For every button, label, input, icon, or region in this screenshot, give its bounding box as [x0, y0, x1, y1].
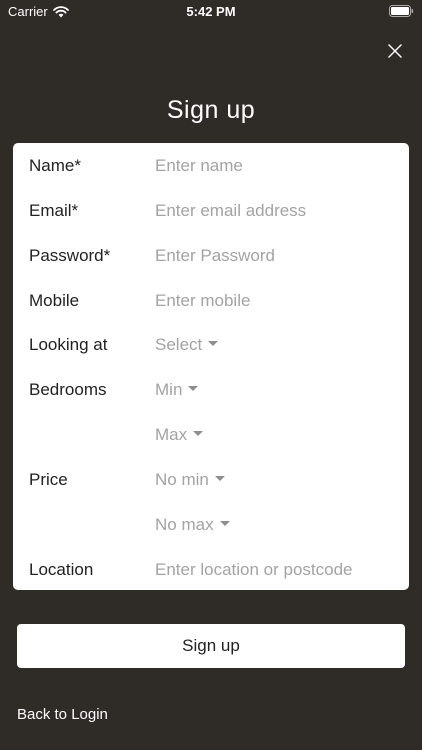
signup-screen: Carrier 5:42 PM Sign up Name* Email*: [0, 0, 422, 750]
mobile-label: Mobile: [29, 291, 80, 310]
battery-icon: [389, 5, 414, 17]
price-min-select[interactable]: No min: [155, 458, 225, 502]
close-icon: [388, 44, 402, 58]
caret-down-icon: [208, 341, 219, 346]
password-input[interactable]: [155, 241, 395, 271]
price-max-select[interactable]: No max: [155, 503, 230, 547]
location-label: Location: [29, 560, 94, 579]
bedrooms-min-value: Min: [155, 380, 183, 399]
price-row: Price No min: [13, 458, 409, 502]
bedrooms-label: Bedrooms: [29, 380, 107, 399]
email-input[interactable]: [155, 196, 395, 226]
price-label: Price: [29, 470, 68, 489]
caret-down-icon: [193, 431, 204, 436]
page-title: Sign up: [166, 96, 256, 124]
looking-at-select[interactable]: Select: [155, 323, 219, 367]
bedrooms-min-select[interactable]: Min: [155, 368, 199, 412]
price-max-value: No max: [155, 515, 214, 534]
caret-down-icon: [219, 521, 230, 526]
status-bar: Carrier 5:42 PM: [0, 0, 422, 22]
looking-at-row: Looking at Select: [13, 323, 409, 367]
password-row: Password*: [13, 234, 409, 278]
status-time: 5:42 PM: [186, 4, 236, 19]
name-input[interactable]: [155, 151, 395, 181]
name-label: Name*: [29, 156, 81, 175]
email-label: Email*: [29, 201, 79, 220]
mobile-input[interactable]: [155, 286, 395, 316]
signup-button[interactable]: Sign up: [17, 624, 405, 668]
caret-down-icon: [214, 476, 225, 481]
name-row: Name*: [13, 144, 409, 188]
looking-at-value: Select: [155, 335, 203, 354]
password-label: Password*: [29, 246, 111, 265]
looking-at-label: Looking at: [29, 335, 108, 354]
email-row: Email*: [13, 189, 409, 233]
caret-down-icon: [188, 386, 199, 391]
close-button[interactable]: [384, 40, 406, 62]
location-row: Location: [13, 548, 409, 592]
location-input[interactable]: [155, 555, 395, 585]
price-max-row: No max: [13, 503, 409, 547]
mobile-row: Mobile: [13, 279, 409, 323]
bedrooms-max-value: Max: [155, 425, 188, 444]
back-to-login-link[interactable]: Back to Login: [17, 706, 108, 723]
price-min-value: No min: [155, 470, 209, 489]
bedrooms-row: Bedrooms Min: [13, 368, 409, 412]
signup-form-card: Name* Email* Password* Mobile Looking at…: [13, 143, 409, 590]
bedrooms-max-row: Max: [13, 413, 409, 457]
bedrooms-max-select[interactable]: Max: [155, 413, 204, 457]
